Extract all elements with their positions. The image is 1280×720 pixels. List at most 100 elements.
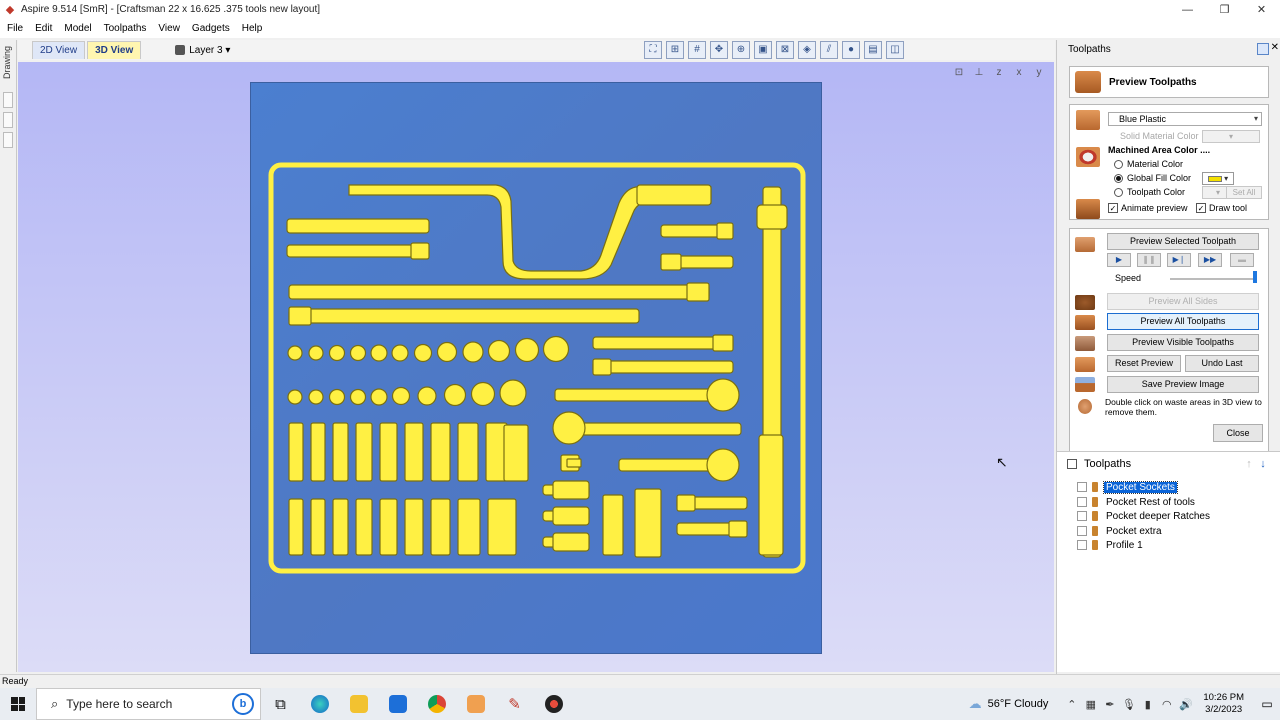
- close-window-icon[interactable]: ✕: [1243, 0, 1280, 19]
- material-dropdown[interactable]: Blue Plastic ▾: [1108, 112, 1262, 126]
- bing-icon[interactable]: b: [232, 693, 254, 715]
- radio-toolpath-color[interactable]: Toolpath Color: [1114, 187, 1185, 197]
- toolpath-checkbox[interactable]: [1077, 497, 1087, 507]
- edge-icon[interactable]: [300, 688, 339, 720]
- front-view-icon[interactable]: x: [1010, 67, 1028, 81]
- battery-icon[interactable]: ▮: [1138, 698, 1157, 711]
- zoom-in-icon[interactable]: ⊕: [732, 41, 750, 59]
- layout-icon[interactable]: ▤: [864, 41, 882, 59]
- drawing-tab[interactable]: Drawing: [2, 46, 12, 79]
- radio-button[interactable]: [1114, 159, 1123, 169]
- side-view-icon[interactable]: y: [1030, 67, 1048, 81]
- toolpath-item[interactable]: Pocket Rest of tools: [1077, 495, 1197, 509]
- toolpath-item[interactable]: Pocket deeper Ratches: [1077, 509, 1212, 523]
- arrow-up-icon[interactable]: ↑: [1242, 458, 1256, 472]
- toolpath-checkbox[interactable]: [1077, 482, 1087, 492]
- chrome-icon[interactable]: [417, 688, 456, 720]
- preview-all-toolpaths-button[interactable]: Preview All Toolpaths: [1107, 313, 1259, 330]
- undo-last-button[interactable]: Undo Last: [1185, 355, 1259, 372]
- toolpaths-visibility-checkbox[interactable]: [1067, 459, 1077, 469]
- mail-icon[interactable]: [378, 688, 417, 720]
- menu-file[interactable]: File: [2, 23, 28, 34]
- fit-view-icon[interactable]: ⊡: [950, 67, 968, 81]
- strip-slot[interactable]: [3, 92, 13, 108]
- toolpath-checkbox[interactable]: [1077, 540, 1087, 550]
- stop-icon[interactable]: ▬: [1230, 253, 1254, 267]
- radio-button[interactable]: [1114, 187, 1123, 197]
- play-icon[interactable]: ▶: [1107, 253, 1131, 267]
- arrow-down-icon[interactable]: ↓: [1256, 458, 1270, 472]
- volume-icon[interactable]: 🔊: [1176, 698, 1195, 711]
- zoom-extents-icon[interactable]: ⛶: [644, 41, 662, 59]
- vcarve-icon[interactable]: [456, 688, 495, 720]
- draw-tool-checkbox[interactable]: ✓ Draw tool: [1196, 203, 1247, 213]
- preview-all-sides-button[interactable]: Preview All Sides: [1107, 293, 1259, 310]
- app-taskbar-icon[interactable]: [534, 688, 573, 720]
- toolpath-view-icon[interactable]: ⫽: [820, 41, 838, 59]
- menu-gadgets[interactable]: Gadgets: [187, 23, 235, 34]
- file-explorer-icon[interactable]: [339, 688, 378, 720]
- model-view-icon[interactable]: ◈: [798, 41, 816, 59]
- split-view-icon[interactable]: ◫: [886, 41, 904, 59]
- iso-view-icon[interactable]: ⊥: [970, 67, 988, 81]
- preview-visible-toolpaths-button[interactable]: Preview Visible Toolpaths: [1107, 334, 1259, 351]
- reset-preview-button[interactable]: Reset Preview: [1107, 355, 1181, 372]
- toolpath-item[interactable]: Pocket extra: [1077, 524, 1164, 538]
- radio-button-selected[interactable]: [1114, 173, 1123, 183]
- pen-icon[interactable]: ✒: [1100, 698, 1119, 711]
- zoom-fit-icon[interactable]: ⊠: [776, 41, 794, 59]
- pan-icon[interactable]: ✥: [710, 41, 728, 59]
- weather-widget[interactable]: ☁ 56°F Cloudy: [969, 696, 1049, 712]
- menu-model[interactable]: Model: [59, 23, 96, 34]
- aspire-taskbar-icon[interactable]: ✎: [495, 688, 534, 720]
- wifi-icon[interactable]: ◠: [1157, 698, 1176, 711]
- task-view-icon[interactable]: ⧉: [261, 688, 300, 720]
- notification-icon[interactable]: ▭: [1254, 697, 1280, 711]
- tab-2d-view[interactable]: 2D View: [32, 41, 86, 59]
- menu-view[interactable]: View: [153, 23, 185, 34]
- zoom-selection-icon[interactable]: ▣: [754, 41, 772, 59]
- network-icon[interactable]: ▦: [1081, 698, 1100, 711]
- taskbar-search[interactable]: ⌕ Type here to search b: [36, 688, 261, 720]
- speed-slider-thumb[interactable]: [1253, 271, 1257, 283]
- strip-slot[interactable]: [3, 132, 13, 148]
- close-panel-icon[interactable]: ✕: [1271, 42, 1279, 53]
- preview-selected-toolpath-button[interactable]: Preview Selected Toolpath: [1107, 233, 1259, 250]
- grid-icon[interactable]: #: [688, 41, 706, 59]
- start-button[interactable]: [0, 688, 36, 720]
- render-icon[interactable]: ●: [842, 41, 860, 59]
- toolpath-item[interactable]: Pocket Sockets: [1077, 480, 1178, 494]
- toolpath-item[interactable]: Profile 1: [1077, 538, 1145, 552]
- checkbox-checked[interactable]: ✓: [1108, 203, 1118, 213]
- maximize-icon[interactable]: ❐: [1206, 0, 1243, 19]
- checkbox-checked[interactable]: ✓: [1196, 203, 1206, 213]
- 3d-viewport[interactable]: ⊡ ⊥ z x y ↖: [18, 62, 1054, 672]
- zoom-box-icon[interactable]: ⊞: [666, 41, 684, 59]
- close-button[interactable]: Close: [1213, 424, 1263, 442]
- speed-slider-track[interactable]: [1170, 278, 1255, 280]
- layer-dropdown[interactable]: Layer 3 ▾: [175, 45, 230, 56]
- radio-global-fill-color[interactable]: Global Fill Color: [1114, 173, 1191, 183]
- skip-to-end-icon[interactable]: ▶▶: [1198, 253, 1222, 267]
- radio-material-color[interactable]: Material Color: [1114, 159, 1183, 169]
- toolpath-checkbox[interactable]: [1077, 511, 1087, 521]
- animate-preview-checkbox[interactable]: ✓ Animate preview: [1108, 203, 1188, 213]
- toolpath-checkbox[interactable]: [1077, 526, 1087, 536]
- pause-icon[interactable]: ❚❚: [1137, 253, 1161, 267]
- solid-color-picker[interactable]: ▾: [1202, 130, 1260, 143]
- step-forward-icon[interactable]: ▶❘: [1167, 253, 1191, 267]
- set-all-button[interactable]: Set All: [1226, 186, 1262, 199]
- top-view-icon[interactable]: z: [990, 67, 1008, 81]
- minimize-icon[interactable]: —: [1169, 0, 1206, 19]
- menu-toolpaths[interactable]: Toolpaths: [99, 23, 152, 34]
- menu-help[interactable]: Help: [237, 23, 268, 34]
- material-block[interactable]: [250, 82, 822, 654]
- microphone-icon[interactable]: 🎙: [1119, 698, 1138, 711]
- tab-3d-view[interactable]: 3D View: [87, 41, 142, 59]
- pin-icon[interactable]: [1257, 43, 1269, 55]
- menu-edit[interactable]: Edit: [30, 23, 57, 34]
- clock[interactable]: 10:26 PM 3/2/2023: [1203, 692, 1244, 716]
- save-preview-image-button[interactable]: Save Preview Image: [1107, 376, 1259, 393]
- chevron-up-icon[interactable]: ⌃: [1062, 698, 1081, 711]
- strip-slot[interactable]: [3, 112, 13, 128]
